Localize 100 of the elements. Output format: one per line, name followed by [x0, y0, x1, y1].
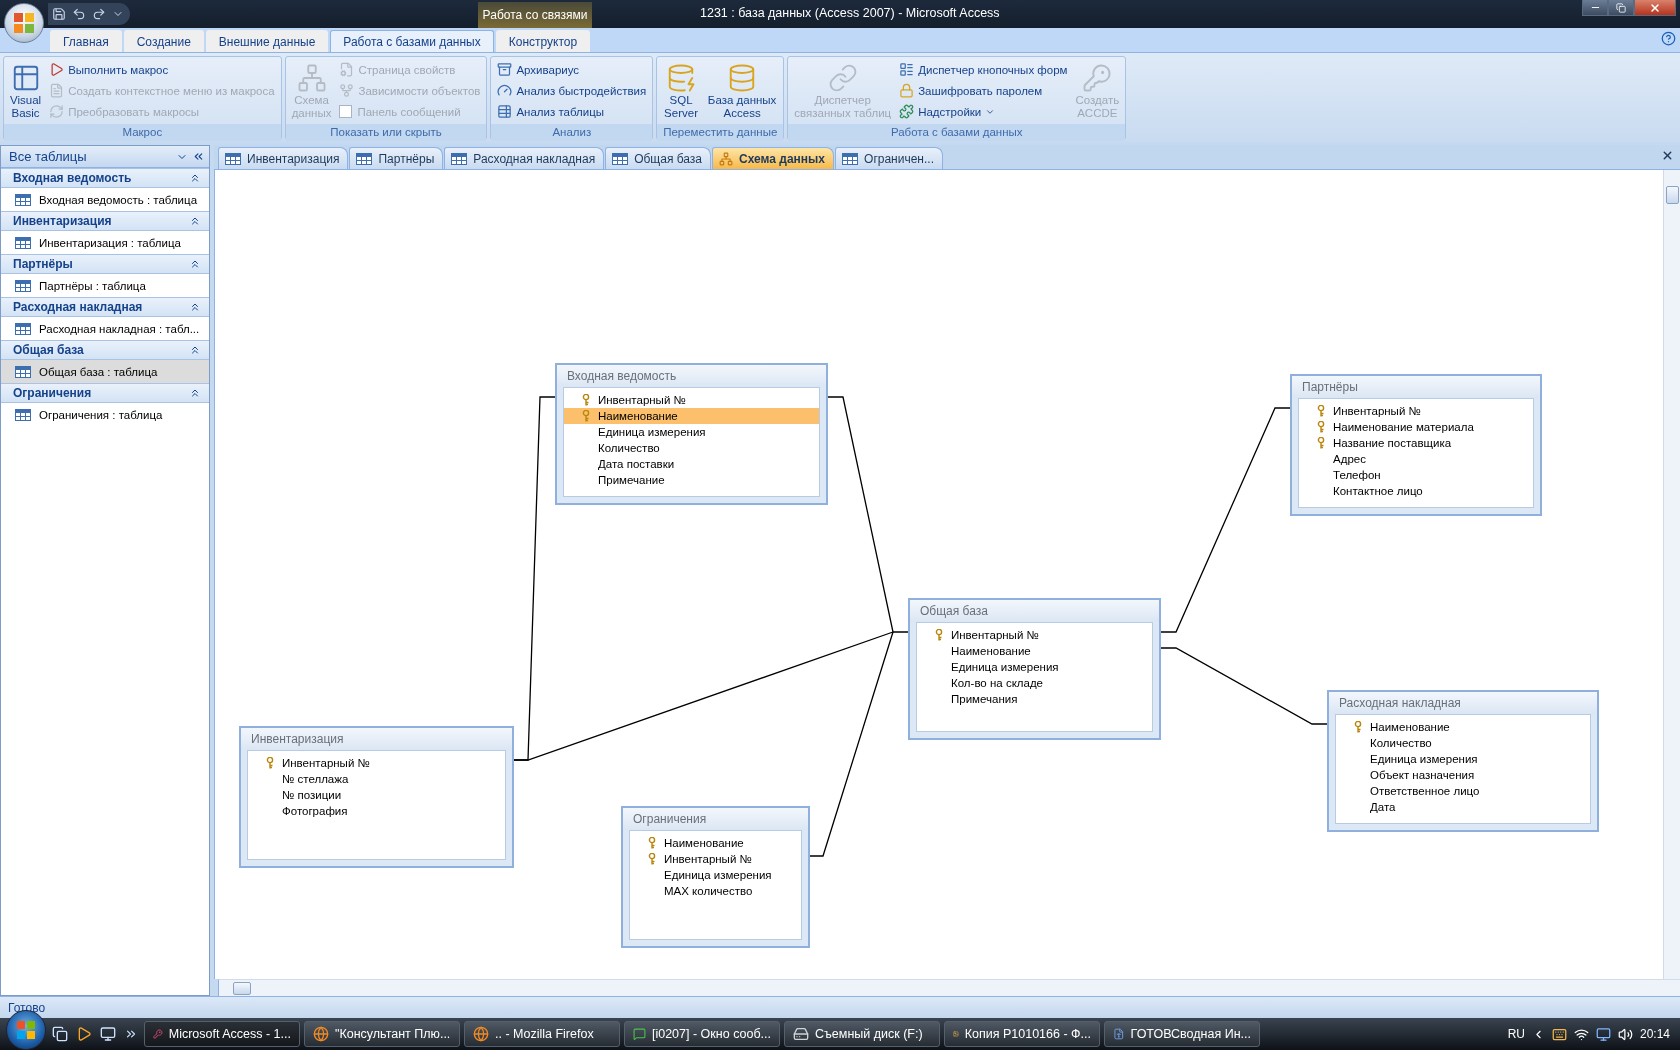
- collapse-icon[interactable]: [189, 301, 201, 313]
- field-row[interactable]: Дата поставки: [564, 456, 819, 472]
- group-header[interactable]: Расходная накладная: [1, 297, 209, 317]
- ribbon-tab[interactable]: Конструктор: [495, 30, 591, 52]
- group-header[interactable]: Партнёры: [1, 254, 209, 274]
- field-row[interactable]: Инвентарный №: [564, 392, 819, 408]
- ribbon-button[interactable]: Надстройки: [897, 101, 1070, 122]
- taskbar-button[interactable]: Съемный диск (F:): [784, 1021, 940, 1047]
- taskbar-button[interactable]: Microsoft Access - 1...: [144, 1021, 300, 1047]
- taskbar-button[interactable]: Копия P1010166 - Ф...: [944, 1021, 1100, 1047]
- ribbon-button[interactable]: Зашифровать паролем: [897, 80, 1070, 101]
- field-row[interactable]: Объект назначения: [1336, 767, 1590, 783]
- save-button[interactable]: [52, 5, 66, 23]
- clock[interactable]: 20:14: [1639, 1027, 1670, 1041]
- document-tab[interactable]: Общая база: [605, 147, 712, 169]
- field-row[interactable]: Наименование материала: [1299, 419, 1533, 435]
- ribbon-button[interactable]: Анализ быстродействия: [495, 80, 649, 101]
- collapse-icon[interactable]: [189, 215, 201, 227]
- ribbon-tab[interactable]: Главная: [50, 30, 122, 52]
- taskbar-button[interactable]: ГОТОВСводная Ин...: [1104, 1021, 1260, 1047]
- field-row[interactable]: Инвентарный №: [248, 755, 505, 771]
- field-row[interactable]: Фотография: [248, 803, 505, 819]
- collapse-icon[interactable]: [189, 172, 201, 184]
- group-header[interactable]: Ограничения: [1, 383, 209, 403]
- field-row[interactable]: Количество: [1336, 735, 1590, 751]
- ribbon-tab[interactable]: Работа с базами данных: [330, 30, 494, 52]
- collapse-icon[interactable]: [189, 387, 201, 399]
- navigation-item[interactable]: Общая база : таблица: [1, 360, 209, 383]
- field-row[interactable]: Дата: [1336, 799, 1590, 815]
- collapse-icon[interactable]: [189, 258, 201, 270]
- taskbar-button[interactable]: "Консультант Плю...: [304, 1021, 460, 1047]
- field-row[interactable]: Телефон: [1299, 467, 1533, 483]
- field-name: Кол-во на складе: [951, 677, 1044, 689]
- navigation-title[interactable]: Все таблицы: [9, 149, 172, 164]
- field-row[interactable]: Единица измерения: [630, 867, 801, 883]
- field-row[interactable]: Примечания: [917, 691, 1152, 707]
- field-row[interactable]: MAX количество: [630, 883, 801, 899]
- start-button[interactable]: [6, 1010, 46, 1050]
- field-row[interactable]: № позиции: [248, 787, 505, 803]
- horizontal-scrollbar[interactable]: [218, 979, 1680, 996]
- table-card[interactable]: Общая база Инвентарный № Наименование Единица измерения Кол-во на складе Примечания: [908, 598, 1161, 740]
- document-tab[interactable]: Расходная накладная: [444, 147, 605, 169]
- taskbar-button[interactable]: [i0207] - Окно сооб...: [624, 1021, 780, 1047]
- taskbar-button[interactable]: .. - Mozilla Firefox: [464, 1021, 620, 1047]
- keyboard-icon[interactable]: [1551, 1026, 1567, 1042]
- document-tab[interactable]: Партнёры: [349, 147, 444, 169]
- ribbon-button[interactable]: Visual Basic: [8, 59, 44, 122]
- document-tab[interactable]: Ограничен...: [835, 147, 943, 169]
- language-indicator[interactable]: RU: [1507, 1027, 1525, 1041]
- key-icon: [1317, 421, 1325, 433]
- ribbon-button[interactable]: Выполнить макрос: [47, 59, 277, 80]
- field-row[interactable]: Наименование: [917, 643, 1152, 659]
- field-row[interactable]: Наименование: [1336, 719, 1590, 735]
- field-row[interactable]: Адрес: [1299, 451, 1533, 467]
- table-card[interactable]: Входная ведомость Инвентарный № Наименование Единица измерения Количество Дата поставки Примечание: [555, 363, 828, 505]
- field-row[interactable]: Наименование: [564, 408, 819, 424]
- close-button[interactable]: [1661, 149, 1674, 162]
- table-card[interactable]: Партнёры Инвентарный № Наименование материала Название поставщика Адрес Телефон Контактное лицо: [1290, 374, 1542, 516]
- document-tab[interactable]: Схема данных: [712, 147, 835, 169]
- group-header[interactable]: Входная ведомость: [1, 168, 209, 188]
- restore-button[interactable]: [1608, 0, 1634, 16]
- field-row[interactable]: Название поставщика: [1299, 435, 1533, 451]
- desktop-button[interactable]: [98, 1026, 118, 1042]
- ribbon-button[interactable]: Архивариус: [495, 59, 649, 80]
- wifi-icon[interactable]: [1573, 1026, 1589, 1042]
- ribbon-tab[interactable]: Создание: [123, 30, 204, 52]
- vertical-scrollbar[interactable]: [1663, 170, 1680, 979]
- group-header[interactable]: Инвентаризация: [1, 211, 209, 231]
- close-button[interactable]: [1634, 0, 1676, 16]
- ribbon-button[interactable]: База данных Access: [704, 59, 780, 122]
- field-row[interactable]: Инвентарный №: [630, 851, 801, 867]
- group-header[interactable]: Общая база: [1, 340, 209, 360]
- document-tab[interactable]: Инвентаризация: [218, 147, 349, 169]
- field-row[interactable]: Количество: [564, 440, 819, 456]
- table-card[interactable]: Расходная накладная Наименование Количество Единица измерения Объект назначения Ответственное лицо Дата: [1327, 690, 1599, 832]
- collapse-icon[interactable]: [189, 344, 201, 356]
- field-row[interactable]: № стеллажа: [248, 771, 505, 787]
- ribbon-button[interactable]: SQL Server: [661, 59, 701, 122]
- field-name: Инвентарный №: [664, 853, 752, 865]
- ribbon-button[interactable]: Анализ таблицы: [495, 101, 649, 122]
- field-row[interactable]: Кол-во на складе: [917, 675, 1152, 691]
- ribbon-tab[interactable]: Внешние данные: [205, 30, 329, 52]
- office-button[interactable]: [4, 3, 44, 43]
- collapse-icon[interactable]: [192, 150, 205, 163]
- field-row[interactable]: Единица измерения: [564, 424, 819, 440]
- field-row[interactable]: Контактное лицо: [1299, 483, 1533, 499]
- volume-icon[interactable]: [1617, 1026, 1633, 1042]
- field-row[interactable]: Ответственное лицо: [1336, 783, 1590, 799]
- field-row[interactable]: Единица измерения: [917, 659, 1152, 675]
- table-card[interactable]: Инвентаризация Инвентарный № № стеллажа № позиции Фотография: [239, 726, 514, 868]
- network-icon[interactable]: [1595, 1026, 1611, 1042]
- field-row[interactable]: Примечание: [564, 472, 819, 488]
- field-row[interactable]: Инвентарный №: [1299, 403, 1533, 419]
- help-button[interactable]: [1661, 31, 1676, 46]
- ribbon-button[interactable]: Диспетчер кнопочных форм: [897, 59, 1070, 80]
- save-icon: [52, 7, 66, 21]
- field-row[interactable]: Единица измерения: [1336, 751, 1590, 767]
- field-row[interactable]: Наименование: [630, 835, 801, 851]
- table-card[interactable]: Ограничения Наименование Инвентарный № Единица измерения MAX количество: [621, 806, 810, 948]
- field-row[interactable]: Инвентарный №: [917, 627, 1152, 643]
